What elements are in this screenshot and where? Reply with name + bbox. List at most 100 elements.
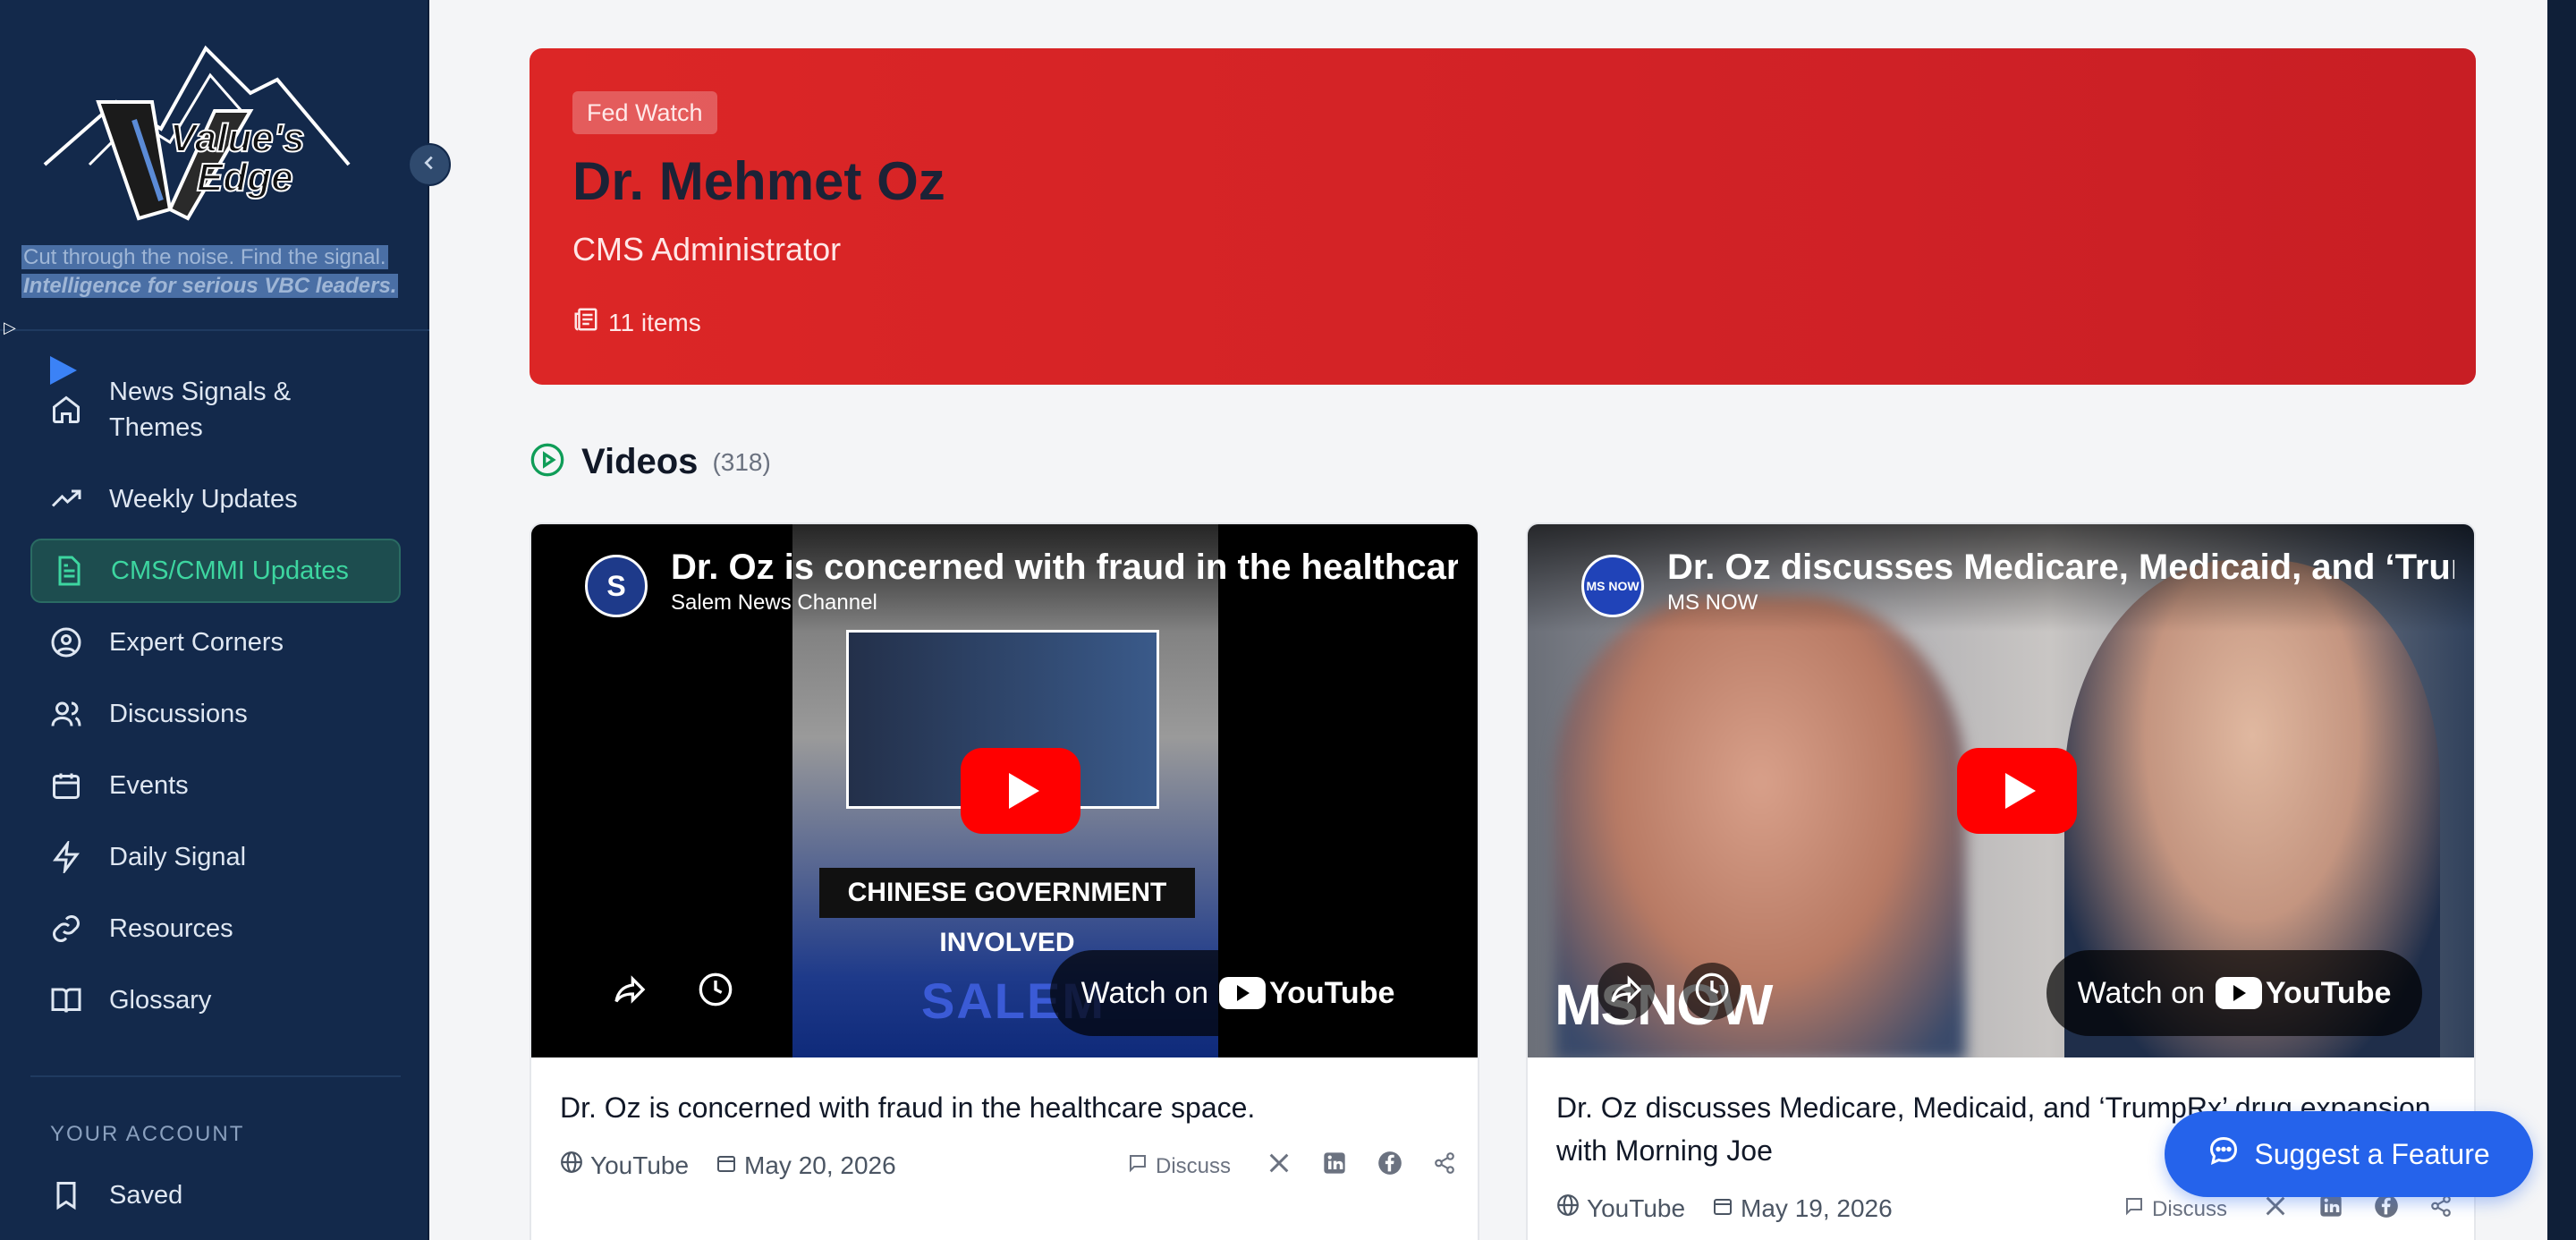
globe-icon: [560, 1151, 590, 1180]
youtube-logo: YouTube: [1218, 976, 1394, 1011]
sidebar-item-weekly-updates[interactable]: Weekly Updates: [30, 474, 401, 524]
sidebar-item-news-signals[interactable]: News Signals & Themes: [30, 374, 401, 446]
page-title: Dr. Mehmet Oz: [572, 151, 945, 211]
linkedin-icon: [2318, 1193, 2351, 1225]
lightning-icon: [47, 837, 86, 877]
youtube-icon: [2215, 977, 2262, 1009]
watch-on-youtube-button[interactable]: Watch on YouTube: [2046, 950, 2422, 1036]
brand-line1: Value's: [169, 115, 306, 161]
share-x-button[interactable]: [2263, 1193, 2295, 1225]
category-tag[interactable]: Fed Watch: [572, 91, 717, 134]
channel-avatar[interactable]: MS NOW: [1581, 555, 1644, 617]
calendar-icon: [47, 766, 86, 805]
profile-hero: Fed Watch Dr. Mehmet Oz CMS Administrato…: [530, 48, 2476, 385]
sidebar-item-events[interactable]: Events: [30, 760, 401, 811]
share-nodes-icon: [2429, 1194, 2460, 1224]
brand-line2: Edge: [196, 155, 294, 200]
discuss-button[interactable]: Discuss: [1127, 1152, 1231, 1180]
trending-up-icon: [47, 480, 86, 519]
date-text: May 20, 2026: [744, 1151, 896, 1179]
sidebar-item-daily-signal[interactable]: Daily Signal: [30, 832, 401, 882]
video-meta: YouTube May 20, 2026: [560, 1151, 923, 1180]
videos-section-header: Videos (318): [530, 442, 771, 482]
sidebar-divider: [0, 329, 429, 331]
sidebar-item-saved[interactable]: Saved: [30, 1170, 401, 1220]
share-video-button[interactable]: [601, 963, 658, 1020]
share-linkedin-button[interactable]: [2318, 1193, 2351, 1225]
share-link-button[interactable]: [2429, 1194, 2460, 1224]
video-card: CHINESE GOVERNMENT INVOLVED SALEM S Dr. …: [530, 522, 1479, 1240]
collapse-sidebar-button[interactable]: [408, 143, 451, 186]
share-video-button[interactable]: [1597, 963, 1655, 1020]
youtube-channel[interactable]: Salem News Channel: [671, 590, 877, 616]
page-subtitle: CMS Administrator: [572, 231, 842, 268]
sidebar-item-label: News Signals & Themes: [109, 378, 292, 442]
users-icon: [47, 694, 86, 734]
share-facebook-button[interactable]: [1377, 1151, 1410, 1182]
facebook-icon: [2374, 1193, 2406, 1225]
item-count-text: 11 items: [608, 308, 701, 336]
youtube-title[interactable]: Dr. Oz is concerned with fraud in the he…: [671, 548, 1458, 588]
chat-bubble-icon: [2207, 1134, 2254, 1174]
comment-icon: [2123, 1195, 2152, 1223]
sidebar-item-label: Weekly Updates: [109, 484, 298, 514]
source-text: YouTube: [590, 1151, 690, 1179]
share-link-button[interactable]: [1433, 1151, 1463, 1181]
calendar-icon: [716, 1151, 744, 1180]
discuss-button[interactable]: Discuss: [2123, 1195, 2227, 1223]
book-icon: [47, 981, 86, 1020]
source: YouTube: [560, 1151, 689, 1180]
date: May 19, 2026: [1712, 1194, 1893, 1223]
sidebar-item-label: Glossary: [109, 985, 212, 1015]
home-icon: [47, 390, 86, 429]
channel-avatar[interactable]: S: [585, 555, 648, 617]
item-count: 11 items: [572, 306, 701, 339]
share-x-button[interactable]: [1267, 1151, 1299, 1182]
suggest-feature-button[interactable]: Suggest a Feature: [2165, 1111, 2533, 1197]
sidebar-item-label: Events: [109, 770, 189, 800]
videos-count: (318): [712, 447, 771, 476]
card-actions: Discuss: [1104, 1151, 1463, 1182]
sidebar-item-label: Expert Corners: [109, 627, 284, 657]
watch-on-youtube-button[interactable]: Watch on YouTube: [1050, 950, 1426, 1036]
clock-icon: [1694, 972, 1730, 1012]
sidebar-item-discussions[interactable]: Discussions: [30, 689, 401, 739]
calendar-icon: [1712, 1194, 1741, 1223]
youtube-channel[interactable]: MS NOW: [1667, 590, 1758, 616]
share-linkedin-button[interactable]: [1322, 1151, 1354, 1182]
video-embed[interactable]: MSNOW MS NOW Dr. Oz discusses Medicare, …: [1528, 524, 2474, 1057]
play-circle-icon: [530, 442, 565, 482]
youtube-play-button[interactable]: [1957, 748, 2077, 834]
document-icon: [48, 551, 88, 590]
sidebar-item-glossary[interactable]: Glossary: [30, 975, 401, 1025]
share-facebook-button[interactable]: [2374, 1193, 2406, 1225]
tagline: Cut through the noise. Find the signal. …: [21, 243, 399, 301]
sidebar-item-resources[interactable]: Resources: [30, 904, 401, 954]
discuss-label: Discuss: [1156, 1153, 1232, 1178]
youtube-title[interactable]: Dr. Oz discusses Medicare, Medicaid, and…: [1667, 548, 2454, 588]
tagline-line2: Intelligence for serious VBC leaders.: [21, 274, 399, 298]
watch-on-label: Watch on: [2077, 975, 2205, 1010]
bookmark-icon: [47, 1176, 86, 1215]
source: YouTube: [1556, 1193, 1685, 1223]
clock-icon: [698, 972, 733, 1012]
video-embed[interactable]: CHINESE GOVERNMENT INVOLVED SALEM S Dr. …: [531, 524, 1478, 1057]
share-arrow-icon: [612, 972, 648, 1012]
watch-on-label: Watch on: [1080, 975, 1208, 1010]
youtube-play-button[interactable]: [961, 748, 1080, 834]
facebook-icon: [1377, 1151, 1410, 1182]
chevron-left-icon: [419, 153, 439, 177]
comment-icon: [1127, 1152, 1156, 1180]
share-nodes-icon: [1433, 1151, 1463, 1181]
tagline-line1: Cut through the noise. Find the signal.: [21, 245, 388, 269]
watch-later-button[interactable]: [687, 963, 744, 1020]
sidebar-item-label: Daily Signal: [109, 842, 247, 871]
sidebar-item-label: CMS/CMMI Updates: [111, 556, 349, 585]
sidebar-item-expert-corners[interactable]: Expert Corners: [30, 617, 401, 667]
video-title[interactable]: Dr. Oz is concerned with fraud in the he…: [560, 1086, 1454, 1129]
sidebar-item-cms-cmmi[interactable]: CMS/CMMI Updates: [30, 539, 401, 603]
sidebar-item-label: Saved: [109, 1180, 183, 1210]
watch-later-button[interactable]: [1683, 963, 1741, 1020]
x-icon: [2263, 1193, 2295, 1225]
values-edge-logo[interactable]: Value's Edge: [36, 30, 385, 227]
